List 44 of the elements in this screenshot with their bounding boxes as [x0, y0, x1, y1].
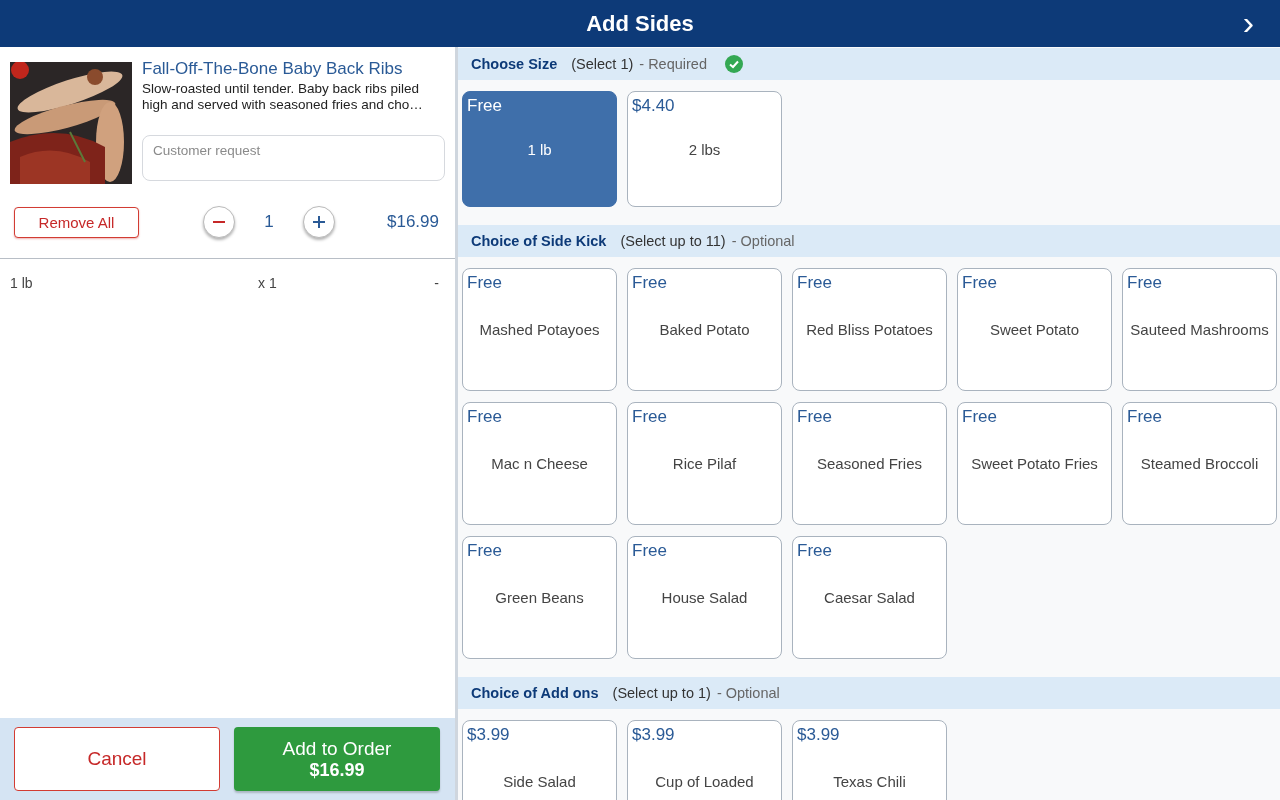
group-status: - Required [639, 56, 707, 72]
customer-request-field[interactable]: Customer request [142, 135, 445, 181]
option-card[interactable]: $4.40 2 lbs [627, 91, 782, 207]
option-card[interactable]: Free Mac n Cheese [462, 402, 617, 525]
option-card[interactable]: Free Green Beans [462, 536, 617, 659]
remove-all-button[interactable]: Remove All [14, 206, 139, 238]
increase-button[interactable] [303, 206, 335, 238]
option-card[interactable]: Free Sauteed Mashrooms [1122, 268, 1277, 391]
option-card[interactable]: Free Sweet Potato [957, 268, 1112, 391]
option-card[interactable]: Free Rice Pilaf [627, 402, 782, 525]
option-card[interactable]: Free Caesar Salad [792, 536, 947, 659]
selection-quantity: x 1 [258, 275, 278, 291]
cancel-button[interactable]: Cancel [14, 727, 220, 791]
quantity: 1 [263, 212, 275, 232]
add-to-order-button[interactable]: Add to Order $16.99 [234, 727, 440, 791]
minus-icon [213, 221, 225, 223]
option-card[interactable]: $3.99 Side Salad [462, 720, 617, 800]
item-price: $16.99 [387, 212, 439, 232]
option-card[interactable]: Free Red Bliss Potatoes [792, 268, 947, 391]
decrease-button[interactable] [203, 206, 235, 238]
group-title: Choice of Add ons [471, 685, 599, 701]
selection-name: 1 lb [10, 275, 34, 291]
option-card[interactable]: Free Mashed Potayoes [462, 268, 617, 391]
item-name: Fall-Off-The-Bone Baby Back Ribs [142, 59, 404, 79]
group-status: - Optional [716, 685, 780, 701]
option-card[interactable]: Free Baked Potato [627, 268, 782, 391]
group-rule: (Select up to 1) [612, 685, 711, 701]
option-card[interactable]: Free House Salad [627, 536, 782, 659]
plus-icon [311, 214, 327, 230]
option-card[interactable]: Free 1 lb [462, 91, 617, 207]
page-title: Add Sides [586, 10, 694, 37]
option-card[interactable]: Free Steamed Broccoli [1122, 402, 1277, 525]
group-title: Choice of Side Kick [471, 233, 607, 249]
item-description: Slow-roasted until tender. Baby back ribs piled high and served with seasoned fries and cho… [142, 81, 424, 113]
selection-price: - [434, 275, 439, 291]
group-rule: (Select up to 11) [620, 233, 726, 249]
group-title: Choose Size [471, 56, 558, 72]
option-card[interactable]: Free Sweet Potato Fries [957, 402, 1112, 525]
group-status: - Optional [731, 233, 795, 249]
option-card[interactable]: $3.99 Cup of Loaded [627, 720, 782, 800]
option-card[interactable]: $3.99 Texas Chili [792, 720, 947, 800]
group-rule: (Select 1) [571, 56, 634, 72]
next-button[interactable]: › [1238, 8, 1258, 36]
option-card[interactable]: Free Seasoned Fries [792, 402, 947, 525]
